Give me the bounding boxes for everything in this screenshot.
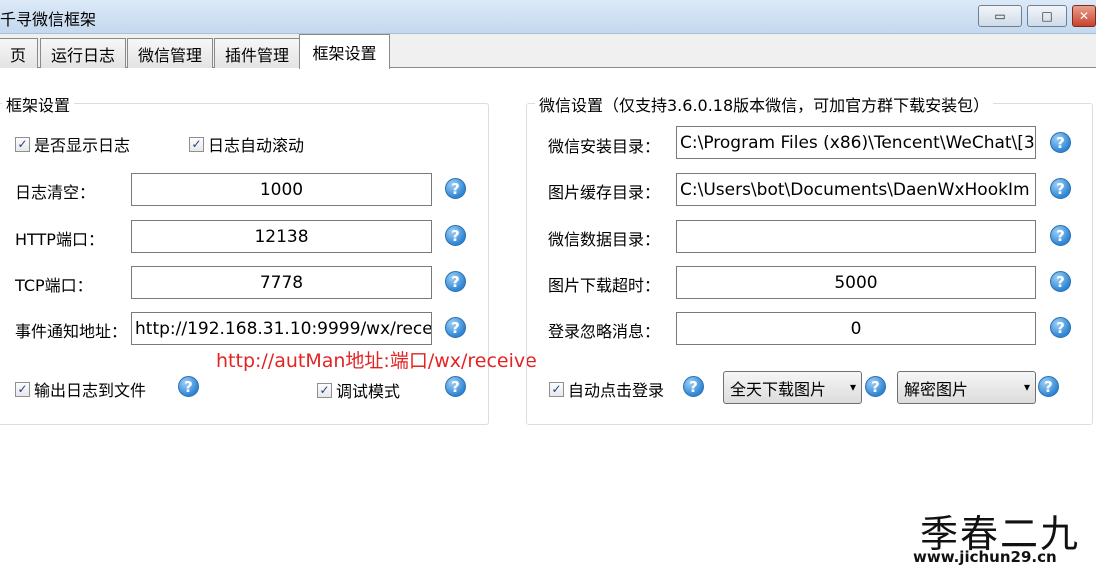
tab-home[interactable]: 页 (0, 38, 38, 68)
data-dir-label: 微信数据目录： (548, 230, 661, 249)
auto-scroll-checkbox[interactable]: ✓ 日志自动滚动 (189, 132, 304, 156)
help-icon[interactable]: ? (445, 376, 466, 397)
chevron-down-icon: ▾ (1023, 380, 1030, 394)
tab-plugin-manage[interactable]: 插件管理 (214, 38, 300, 68)
group-title: 微信设置（仅支持3.6.0.18版本微信，可加官方群下载安装包） (535, 92, 994, 116)
checkbox-check-icon: ✓ (15, 381, 30, 397)
annotation-text: http://autMan地址:端口/wx/receive (216, 350, 537, 372)
tab-run-log[interactable]: 运行日志 (40, 38, 126, 68)
decrypt-mode-select[interactable]: 解密图片 ▾ (897, 371, 1036, 404)
ignore-login-msgs-label: 登录忽略消息： (548, 322, 661, 341)
help-icon[interactable]: ? (445, 271, 466, 292)
help-icon[interactable]: ? (683, 376, 704, 397)
help-icon[interactable]: ? (1050, 178, 1071, 199)
help-icon[interactable]: ? (1050, 132, 1071, 153)
maximize-icon: □ (1041, 9, 1053, 23)
help-icon[interactable]: ? (445, 225, 466, 246)
log-to-file-checkbox[interactable]: ✓ 输出日志到文件 (15, 377, 146, 401)
help-icon[interactable]: ? (1038, 376, 1059, 397)
image-timeout-input[interactable]: 5000 (676, 266, 1036, 299)
download-mode-select[interactable]: 全天下载图片 ▾ (723, 371, 862, 404)
image-cache-dir-label: 图片缓存目录： (548, 183, 661, 202)
help-icon[interactable]: ? (1050, 317, 1071, 338)
ignore-login-msgs-input[interactable]: 0 (676, 312, 1036, 345)
auto-login-checkbox[interactable]: ✓ 自动点击登录 (549, 377, 664, 401)
install-dir-input[interactable]: C:\Program Files (x86)\Tencent\WeChat\[3 (676, 126, 1036, 159)
help-icon[interactable]: ? (178, 376, 199, 397)
checkbox-check-icon: ✓ (317, 382, 332, 398)
install-dir-label: 微信安装目录： (548, 137, 661, 156)
log-clear-label: 日志清空： (15, 183, 96, 202)
data-dir-input[interactable] (676, 220, 1036, 253)
tcp-port-input[interactable]: 7778 (131, 266, 432, 299)
close-button[interactable]: ✕ (1072, 5, 1096, 27)
help-icon[interactable]: ? (865, 376, 886, 397)
tab-wechat-manage[interactable]: 微信管理 (127, 38, 213, 68)
title-bar: 千寻微信框架 ▭ □ ✕ (0, 0, 1096, 34)
image-cache-dir-input[interactable]: C:\Users\bot\Documents\DaenWxHookIm (676, 173, 1036, 206)
help-icon[interactable]: ? (445, 317, 466, 338)
checkbox-check-icon: ✓ (15, 136, 30, 152)
help-icon[interactable]: ? (1050, 225, 1071, 246)
help-icon[interactable]: ? (445, 178, 466, 199)
debug-mode-checkbox[interactable]: ✓ 调试模式 (317, 378, 400, 402)
minimize-button[interactable]: ▭ (978, 5, 1022, 27)
tab-strip: 页 运行日志 微信管理 插件管理 框架设置 (0, 34, 1096, 69)
http-port-label: HTTP端口： (15, 230, 104, 249)
image-timeout-label: 图片下载超时： (548, 276, 661, 295)
close-icon: ✕ (1078, 9, 1090, 23)
minimize-icon: ▭ (994, 9, 1006, 23)
http-port-input[interactable]: 12138 (131, 220, 432, 253)
checkbox-check-icon: ✓ (189, 136, 204, 152)
chevron-down-icon: ▾ (849, 380, 856, 394)
show-log-checkbox[interactable]: ✓ 是否显示日志 (15, 132, 130, 156)
window-title: 千寻微信框架 (0, 10, 97, 29)
group-title: 框架设置 (2, 92, 75, 116)
help-icon[interactable]: ? (1050, 271, 1071, 292)
checkbox-check-icon: ✓ (549, 381, 564, 397)
maximize-button[interactable]: □ (1027, 5, 1067, 27)
tab-framework-settings[interactable]: 框架设置 (299, 34, 390, 69)
log-clear-input[interactable]: 1000 (131, 173, 432, 206)
event-url-label: 事件通知地址： (15, 322, 128, 341)
tcp-port-label: TCP端口： (15, 276, 93, 295)
watermark-url: www.jichun29.cn (913, 548, 1057, 566)
event-url-input[interactable]: http://192.168.31.10:9999/wx/receive (131, 312, 432, 345)
